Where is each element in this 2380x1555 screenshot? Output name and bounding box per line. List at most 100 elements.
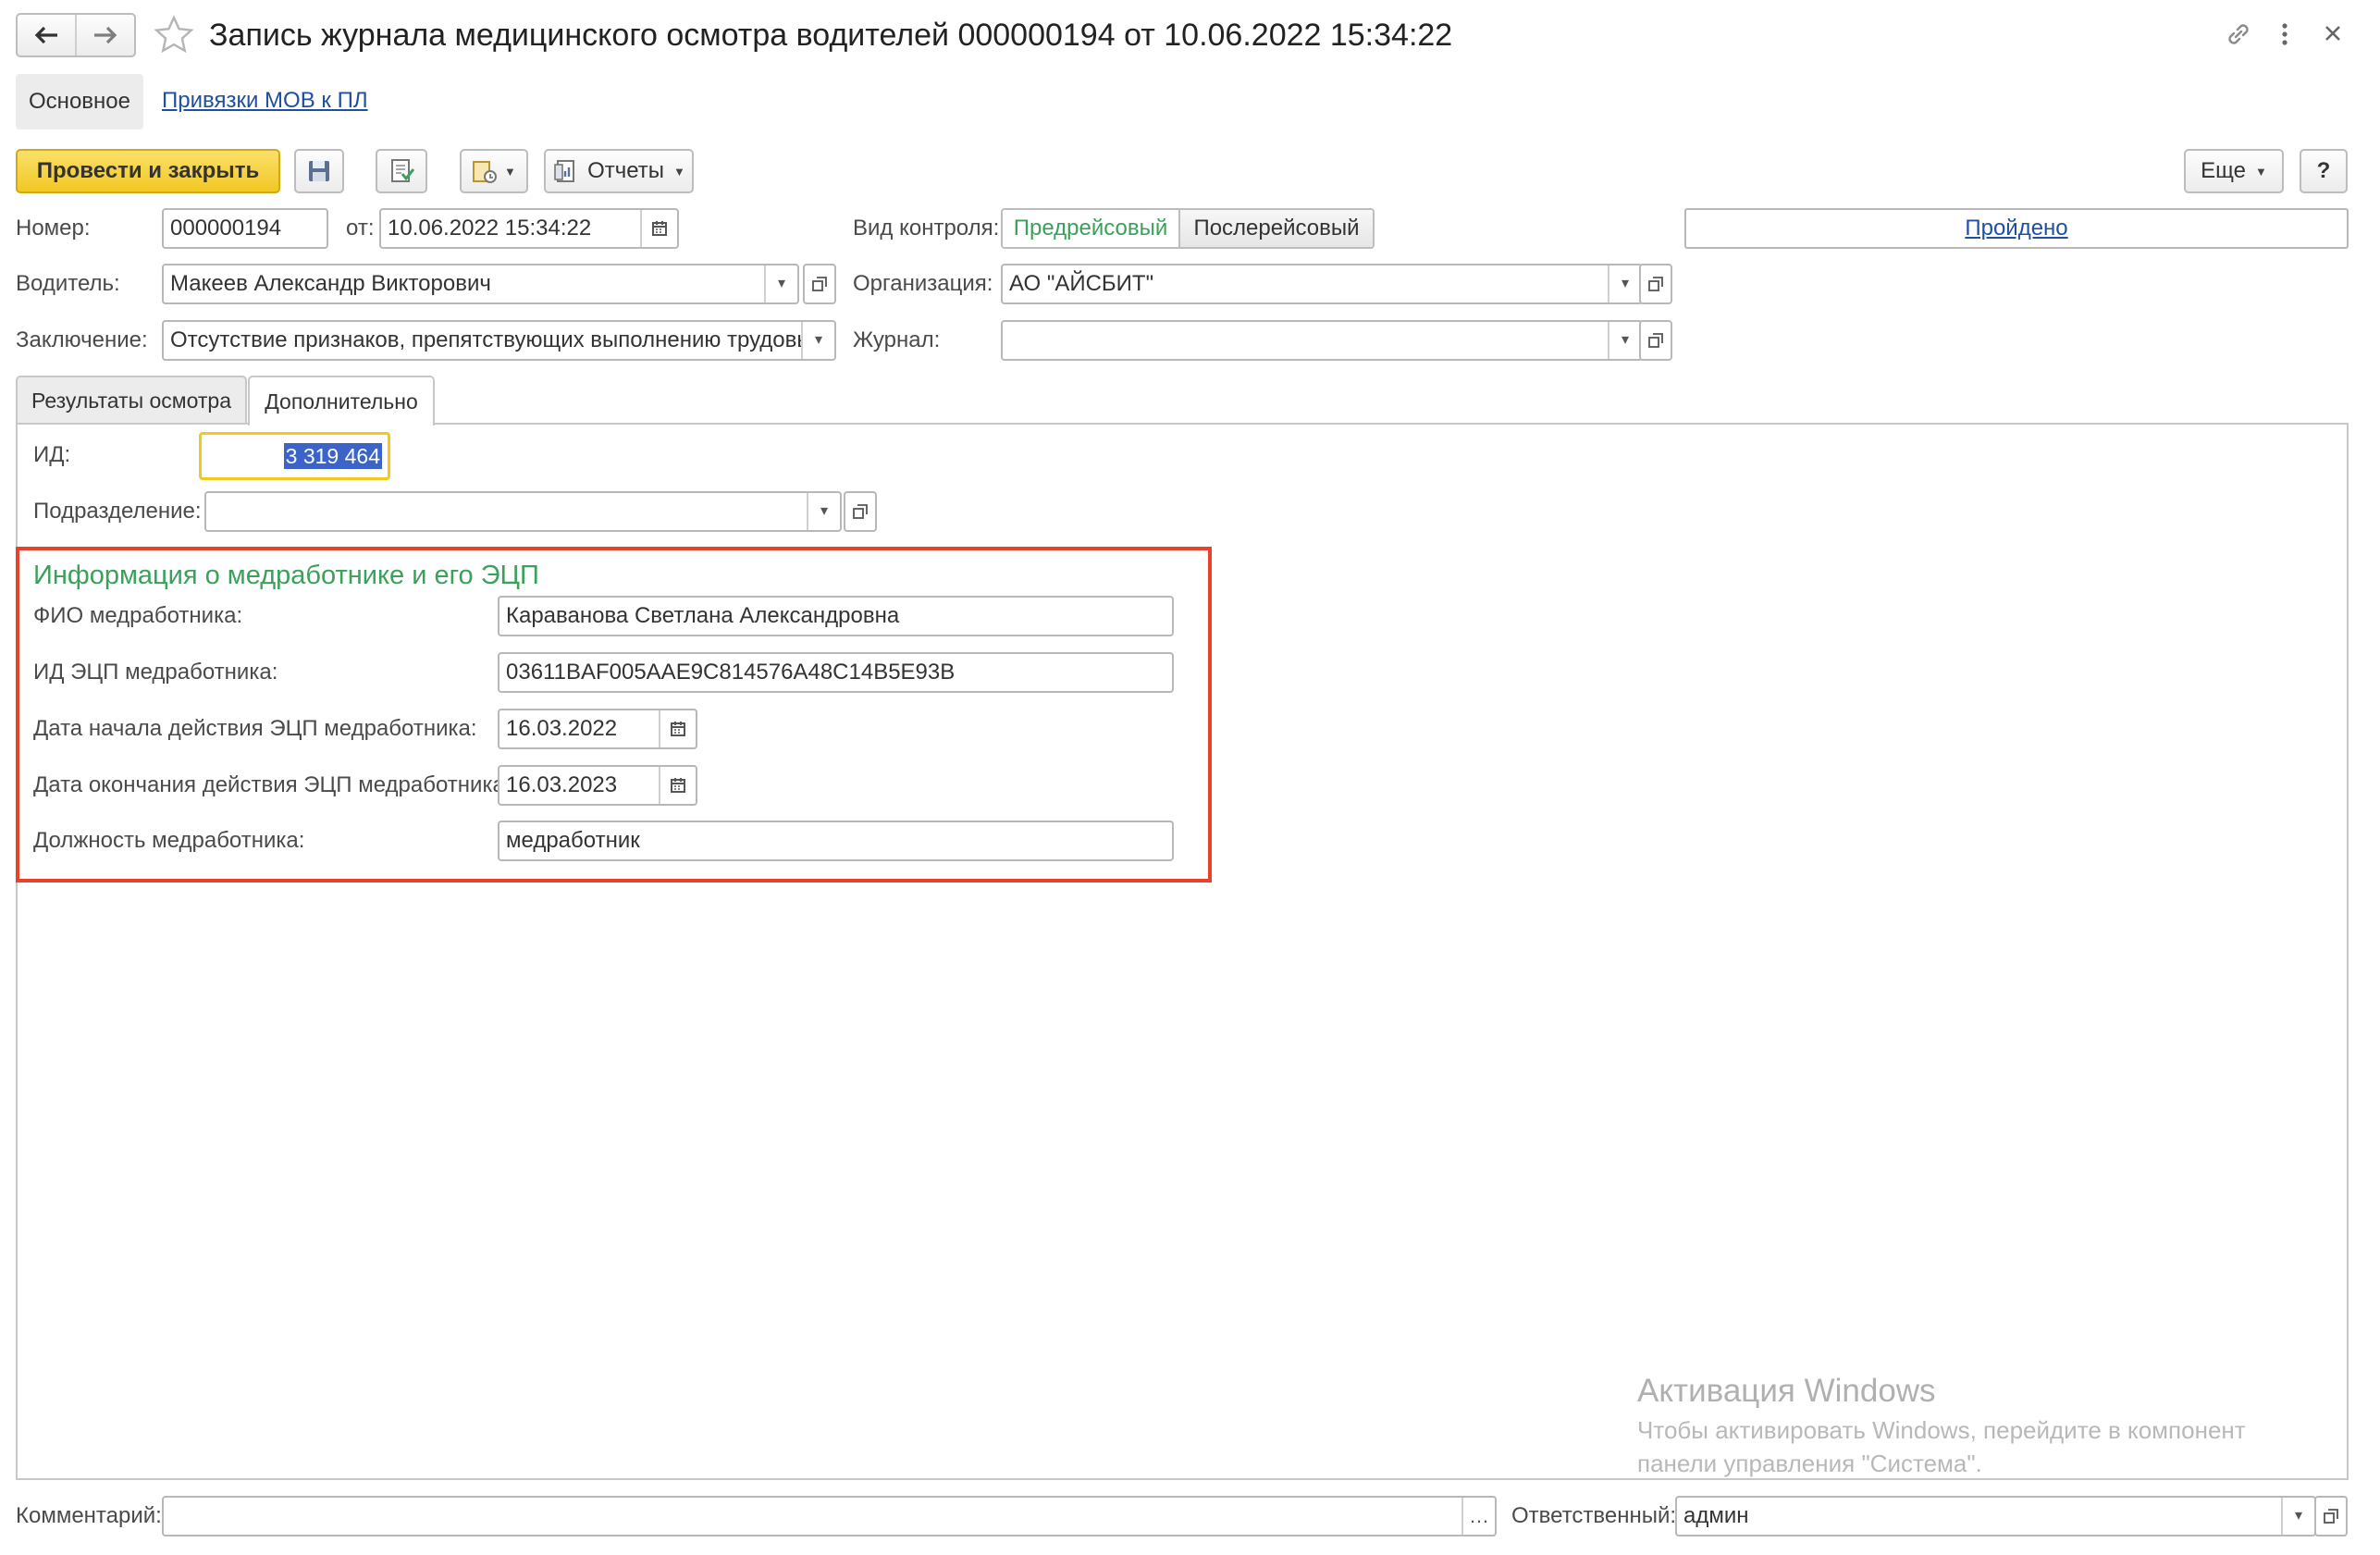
ecp-end-value: 16.03.2023 — [506, 772, 618, 797]
conclusion-value: Отсутствие признаков, препятствующих вып… — [170, 327, 824, 352]
responsible-field[interactable]: админ ▾ — [1675, 1496, 2316, 1536]
more-vertical-icon[interactable] — [2277, 19, 2292, 55]
position-label: Должность медработника: — [33, 828, 305, 853]
ecp-start-calendar-button[interactable] — [659, 710, 696, 747]
chevron-down-icon: ▼ — [504, 164, 516, 179]
responsible-label: Ответственный: — [1511, 1503, 1677, 1528]
help-button[interactable]: ? — [2300, 149, 2348, 193]
group-title: Информация о медработнике и его ЭЦП — [33, 561, 539, 590]
dropdown-arrow-icon: ▾ — [1621, 276, 1630, 291]
journal-label: Журнал: — [853, 327, 941, 352]
organization-field[interactable]: АО "АЙСБИТ" ▾ — [1001, 264, 1643, 304]
ecp-start-field[interactable]: 16.03.2022 — [498, 709, 697, 749]
tab-main-label: Основное — [29, 89, 130, 114]
comment-select-button[interactable]: … — [1461, 1498, 1495, 1535]
conclusion-field[interactable]: Отсутствие признаков, препятствующих вып… — [162, 320, 836, 361]
journal-field[interactable]: ▾ — [1001, 320, 1643, 361]
calendar-icon — [652, 221, 667, 236]
dropdown-arrow-icon: ▾ — [820, 503, 829, 519]
activation-watermark-line2: панели управления "Система". — [1637, 1450, 1982, 1477]
id-value: 3 319 464 — [283, 443, 382, 469]
forward-button[interactable] — [77, 15, 134, 56]
tab-additional[interactable]: Дополнительно — [248, 376, 435, 426]
back-button[interactable] — [18, 15, 77, 56]
ecp-start-label: Дата начала действия ЭЦП медработника: — [33, 716, 477, 741]
control-type-label: Вид контроля: — [853, 216, 1000, 241]
link-icon[interactable] — [2223, 19, 2254, 55]
driver-field[interactable]: Макеев Александр Викторович ▾ — [162, 264, 799, 304]
post-button[interactable] — [376, 149, 427, 193]
status-field: Пройдено — [1684, 208, 2349, 249]
ecp-end-field[interactable]: 16.03.2023 — [498, 765, 697, 806]
arrow-right-icon — [94, 26, 117, 44]
create-based-on-button[interactable]: ▼ — [460, 149, 528, 193]
control-option-posttrip-label: Послерейсовый — [1193, 216, 1360, 241]
open-window-icon — [2324, 1509, 2338, 1524]
post-and-close-button[interactable]: Провести и закрыть — [16, 149, 280, 193]
chevron-down-icon: ▼ — [2254, 164, 2267, 179]
dropdown-arrow-icon: ▾ — [814, 332, 823, 348]
fio-label: ФИО медработника: — [33, 603, 243, 628]
organization-value: АО "АЙСБИТ" — [1009, 271, 1154, 296]
responsible-open-button[interactable] — [2314, 1496, 2348, 1536]
comment-field[interactable]: … — [162, 1496, 1497, 1536]
post-and-close-label: Провести и закрыть — [36, 158, 260, 183]
date-field[interactable]: 10.06.2022 15:34:22 — [379, 208, 679, 249]
more-button[interactable]: Еще ▼ — [2184, 149, 2284, 193]
chevron-down-icon: ▼ — [673, 164, 685, 179]
journal-dropdown-button[interactable]: ▾ — [1608, 322, 1641, 359]
calendar-icon — [671, 778, 685, 793]
driver-dropdown-button[interactable]: ▾ — [764, 265, 797, 302]
close-icon[interactable] — [2322, 22, 2344, 49]
date-label: от: — [346, 216, 375, 241]
division-label: Подразделение: — [33, 499, 202, 524]
tab-additional-label: Дополнительно — [265, 389, 418, 413]
date-value: 10.06.2022 15:34:22 — [388, 216, 592, 241]
id-field[interactable]: 3 319 464 — [199, 432, 390, 480]
favorite-star-icon[interactable] — [154, 15, 194, 56]
date-calendar-button[interactable] — [640, 210, 677, 247]
dropdown-arrow-icon: ▾ — [2294, 1508, 2303, 1524]
control-type-switch: Предрейсовый Послерейсовый — [1001, 208, 1375, 249]
reports-icon — [554, 160, 575, 182]
division-field[interactable]: ▾ — [204, 491, 842, 532]
dropdown-arrow-icon: ▾ — [1621, 332, 1630, 348]
open-window-icon — [1648, 333, 1663, 348]
tab-bindings[interactable]: Привязки МОВ к ПЛ — [162, 87, 368, 115]
responsible-dropdown-button[interactable]: ▾ — [2281, 1498, 2314, 1535]
id-label: ИД: — [33, 442, 71, 467]
ecp-id-label: ИД ЭЦП медработника: — [33, 660, 278, 685]
organization-label: Организация: — [853, 271, 993, 296]
conclusion-label: Заключение: — [16, 327, 148, 352]
journal-open-button[interactable] — [1639, 320, 1672, 361]
position-field[interactable]: медработник — [498, 821, 1174, 861]
ellipsis-icon: … — [1469, 1504, 1489, 1527]
fio-field[interactable]: Караванова Светлана Александровна — [498, 596, 1174, 636]
reports-label: Отчеты — [587, 158, 665, 183]
conclusion-dropdown-button[interactable]: ▾ — [801, 322, 834, 359]
control-option-posttrip[interactable]: Послерейсовый — [1180, 210, 1373, 247]
save-button[interactable] — [294, 149, 344, 193]
driver-open-button[interactable] — [803, 264, 836, 304]
ecp-id-field[interactable]: 03611BAF005AAE9C814576A48C14B5E93B — [498, 652, 1174, 693]
more-label: Еще — [2201, 158, 2246, 183]
ecp-end-calendar-button[interactable] — [659, 767, 696, 804]
responsible-value: админ — [1683, 1503, 1749, 1528]
organization-dropdown-button[interactable]: ▾ — [1608, 265, 1641, 302]
tab-main[interactable]: Основное — [16, 74, 143, 130]
tab-exam-results-label: Результаты осмотра — [31, 388, 232, 413]
division-open-button[interactable] — [844, 491, 877, 532]
comment-label: Комментарий: — [16, 1503, 162, 1528]
organization-open-button[interactable] — [1639, 264, 1672, 304]
number-label: Номер: — [16, 216, 91, 241]
number-field[interactable]: 000000194 — [162, 208, 328, 249]
open-window-icon — [812, 277, 827, 291]
driver-label: Водитель: — [16, 271, 120, 296]
control-option-pretrip[interactable]: Предрейсовый — [1003, 210, 1180, 247]
reports-button[interactable]: Отчеты ▼ — [544, 149, 694, 193]
tab-exam-results[interactable]: Результаты осмотра — [16, 376, 247, 424]
activation-watermark-line1: Чтобы активировать Windows, перейдите в … — [1637, 1416, 2246, 1444]
status-link[interactable]: Пройдено — [1965, 216, 2067, 241]
division-dropdown-button[interactable]: ▾ — [807, 493, 840, 530]
tab-bindings-label[interactable]: Привязки МОВ к ПЛ — [162, 88, 368, 113]
